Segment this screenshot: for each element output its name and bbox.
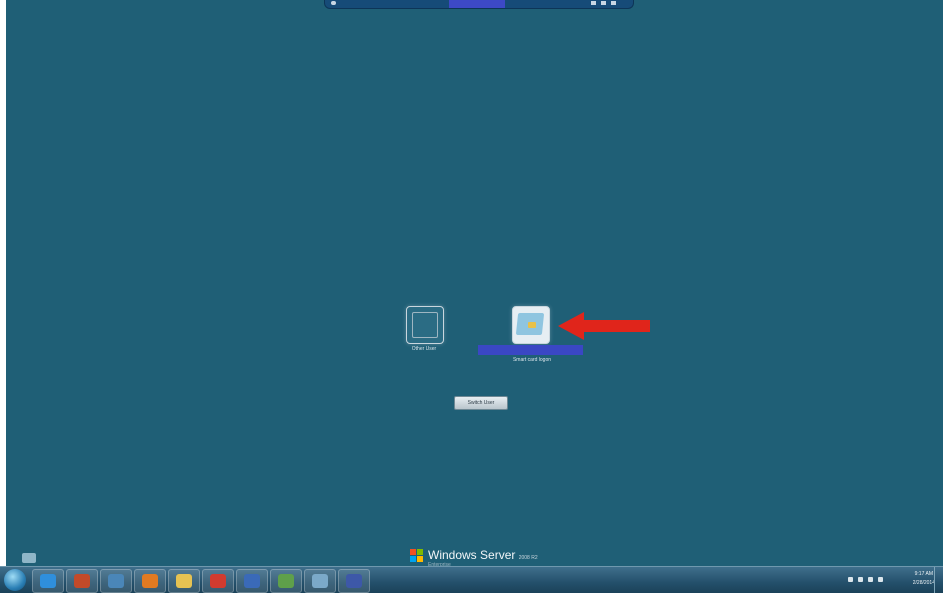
clock-time[interactable]: 9:17 AM	[915, 571, 933, 577]
network-icon[interactable]	[868, 577, 873, 582]
internet-explorer-icon	[40, 574, 56, 588]
taskbar-button-firefox[interactable]	[134, 569, 166, 593]
taskbar: 9:17 AM 2/28/2014	[0, 566, 943, 593]
taskbar-button-adobe-reader[interactable]	[202, 569, 234, 593]
taskbar-button-file-explorer[interactable]	[168, 569, 200, 593]
card-chip-icon	[528, 322, 536, 328]
restore-icon[interactable]	[601, 1, 606, 5]
close-icon[interactable]	[611, 1, 616, 5]
taskbar-button-server-manager[interactable]	[66, 569, 98, 593]
remote-connection-bar[interactable]	[324, 0, 634, 9]
taskbar-button-management-console[interactable]	[270, 569, 302, 593]
switch-user-button[interactable]: Switch User	[454, 396, 508, 410]
remote-desktop-icon	[108, 574, 124, 588]
powershell-icon	[244, 574, 260, 588]
taskbar-button-internet-explorer[interactable]	[32, 569, 64, 593]
network-tool-icon	[312, 574, 328, 588]
management-console-icon	[278, 574, 294, 588]
user-tile-label: Other User	[411, 346, 437, 352]
windows-logo-icon	[410, 549, 423, 562]
selection-highlight	[478, 345, 583, 355]
remote-session-icon	[346, 574, 362, 588]
taskbar-button-remote-session[interactable]	[338, 569, 370, 593]
firefox-icon	[142, 574, 158, 588]
minimize-icon[interactable]	[591, 1, 596, 5]
action-center-flag-icon[interactable]	[878, 577, 883, 582]
file-explorer-icon	[176, 574, 192, 588]
show-desktop-button[interactable]	[934, 567, 939, 593]
speaker-icon[interactable]	[858, 577, 863, 582]
server-manager-icon	[74, 574, 90, 588]
taskbar-button-network-tool[interactable]	[304, 569, 336, 593]
taskbar-button-remote-desktop[interactable]	[100, 569, 132, 593]
pin-icon[interactable]	[331, 1, 336, 5]
user-tile-label: Smart card logon	[512, 357, 552, 363]
logon-screen: Other User Smart card logon Switch User …	[6, 0, 943, 592]
product-name: Windows Server	[428, 548, 516, 562]
product-version: 2008 R2	[518, 555, 538, 561]
taskbar-button-powershell[interactable]	[236, 569, 268, 593]
adobe-reader-icon	[210, 574, 226, 588]
system-tray: 9:17 AM 2/28/2014	[844, 567, 939, 593]
clock-date[interactable]: 2/28/2014	[913, 580, 935, 586]
red-arrow-icon	[558, 312, 650, 340]
show-hidden-icons-icon[interactable]	[848, 577, 853, 582]
ease-of-access-icon[interactable]	[22, 553, 36, 563]
connection-title-highlight	[449, 0, 505, 8]
start-button[interactable]	[4, 569, 26, 591]
